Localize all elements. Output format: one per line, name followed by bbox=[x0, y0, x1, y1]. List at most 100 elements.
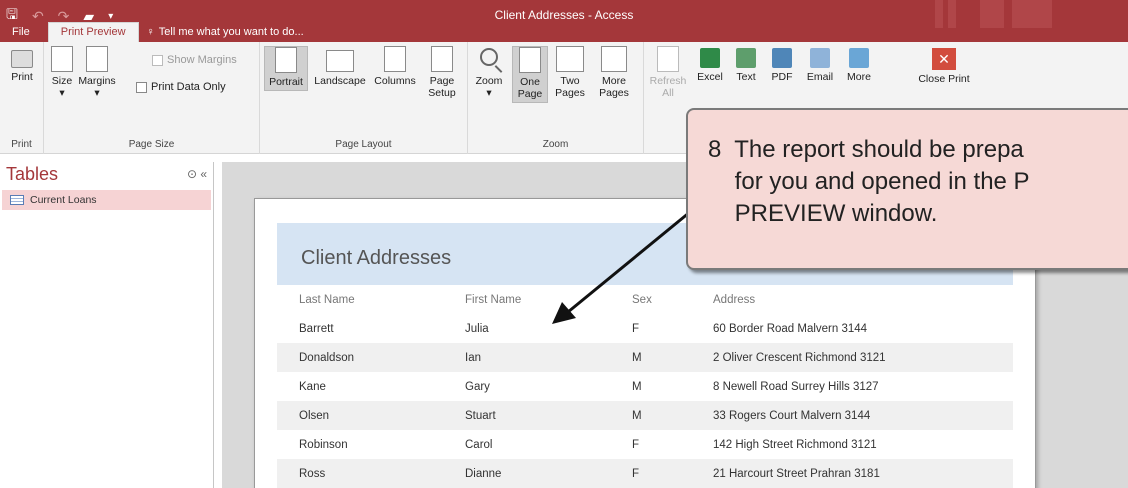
cell-sex: F bbox=[632, 438, 640, 451]
columns-icon bbox=[384, 46, 406, 72]
email-icon bbox=[810, 48, 830, 68]
page-setup-label: Setup bbox=[428, 87, 456, 99]
column-header: Sex bbox=[632, 293, 652, 306]
page-size-icon bbox=[51, 46, 73, 72]
group-label-page-size: Page Size bbox=[128, 139, 175, 150]
instruction-callout: 8 The report should be prepa for you and… bbox=[686, 108, 1128, 270]
more-pages-button[interactable]: More Pages bbox=[592, 46, 636, 99]
table-icon bbox=[10, 195, 24, 205]
portrait-label: Portrait bbox=[269, 76, 303, 88]
landscape-label: Landscape bbox=[314, 75, 366, 87]
email-label: Email bbox=[806, 71, 834, 83]
margins-button[interactable]: Margins ▾ bbox=[78, 46, 116, 99]
nav-header: Tables ⊙ « bbox=[0, 162, 213, 186]
cell-first-name: Gary bbox=[465, 380, 490, 393]
portrait-button[interactable]: Portrait bbox=[264, 46, 308, 91]
cell-address: 33 Rogers Court Malvern 3144 bbox=[713, 409, 871, 422]
close-icon: ✕ bbox=[932, 48, 956, 70]
tell-me-box[interactable]: ♀ Tell me what you want to do... bbox=[139, 23, 312, 42]
size-button[interactable]: Size ▾ bbox=[48, 46, 76, 99]
cell-last-name: Robinson bbox=[299, 438, 348, 451]
cell-address: 8 Newell Road Surrey Hills 3127 bbox=[713, 380, 879, 393]
columns-button[interactable]: Columns bbox=[372, 46, 418, 87]
tell-me-label: Tell me what you want to do... bbox=[158, 26, 304, 38]
callout-line: 8 The report should be prepa bbox=[708, 136, 1024, 163]
refresh-label: All bbox=[662, 87, 674, 99]
cell-sex: M bbox=[632, 351, 642, 364]
page-setup-icon bbox=[431, 46, 453, 72]
nav-title[interactable]: Tables bbox=[6, 164, 58, 185]
printer-icon bbox=[11, 50, 33, 68]
cell-address: 60 Border Road Malvern 3144 bbox=[713, 322, 868, 335]
tab-file[interactable]: File bbox=[0, 23, 42, 42]
print-label: Print bbox=[11, 71, 33, 83]
one-page-icon bbox=[519, 47, 541, 73]
page-setup-label: Page bbox=[429, 75, 455, 87]
cell-last-name: Kane bbox=[299, 380, 326, 393]
columns-label: Columns bbox=[374, 75, 416, 87]
refresh-all-button[interactable]: Refresh All bbox=[648, 46, 688, 99]
zoom-label: Zoom bbox=[475, 75, 503, 87]
column-header: Last Name bbox=[299, 293, 355, 306]
cell-address: 21 Harcourt Street Prahran 3181 bbox=[713, 467, 880, 480]
group-label-print: Print bbox=[11, 139, 32, 150]
text-label: Text bbox=[736, 71, 756, 83]
print-data-only-label: Print Data Only bbox=[151, 81, 226, 93]
one-page-label: One bbox=[520, 76, 540, 88]
export-text-button[interactable]: Text bbox=[730, 46, 762, 83]
window-title: Client Addresses - Access bbox=[494, 8, 634, 22]
two-pages-button[interactable]: Two Pages bbox=[552, 46, 588, 99]
export-pdf-button[interactable]: PDF bbox=[766, 46, 798, 83]
ribbon-tabs: File Print Preview ♀ Tell me what you wa… bbox=[0, 22, 1128, 42]
two-pages-label: Pages bbox=[555, 87, 585, 99]
nav-item-current-loans[interactable]: Current Loans bbox=[2, 190, 211, 210]
table-row: Barrett Julia F 60 Border Road Malvern 3… bbox=[277, 314, 1013, 343]
margins-label: Margins bbox=[78, 75, 116, 87]
close-print-preview-button[interactable]: ✕ Close Print bbox=[918, 46, 970, 85]
print-button[interactable]: Print bbox=[6, 46, 38, 83]
more-export-button[interactable]: More bbox=[842, 46, 876, 83]
excel-label: Excel bbox=[697, 71, 723, 83]
tab-print-preview[interactable]: Print Preview bbox=[47, 22, 139, 42]
table-row: Kane Gary M 8 Newell Road Surrey Hills 3… bbox=[277, 372, 1013, 401]
zoom-button[interactable]: Zoom ▾ bbox=[472, 46, 506, 99]
group-label-zoom: Zoom bbox=[542, 139, 569, 150]
more-label: More bbox=[847, 71, 871, 83]
callout-line: PREVIEW window. bbox=[708, 200, 938, 227]
nav-collapse-icon[interactable]: ⊙ « bbox=[187, 167, 207, 181]
excel-icon bbox=[700, 48, 720, 68]
cell-last-name: Olsen bbox=[299, 409, 330, 422]
margins-icon bbox=[86, 46, 108, 72]
one-page-button[interactable]: One Page bbox=[512, 46, 548, 103]
email-button[interactable]: Email bbox=[804, 46, 836, 83]
group-print: Print Print bbox=[0, 42, 44, 154]
show-margins-checkbox[interactable]: Show Margins bbox=[152, 54, 237, 66]
cell-address: 2 Oliver Crescent Richmond 3121 bbox=[713, 351, 886, 364]
group-page-layout: Portrait Landscape Columns Page Setup Pa… bbox=[260, 42, 468, 154]
group-zoom: Zoom ▾ One Page Two Pages More Pages Zoo… bbox=[468, 42, 644, 154]
cell-sex: F bbox=[632, 467, 640, 480]
portrait-icon bbox=[275, 47, 297, 73]
refresh-label: Refresh bbox=[649, 75, 687, 87]
landscape-icon bbox=[326, 50, 354, 72]
cell-first-name: Carol bbox=[465, 438, 493, 451]
two-pages-icon bbox=[556, 46, 584, 72]
more-pages-icon bbox=[601, 46, 627, 72]
cell-sex: M bbox=[632, 409, 642, 422]
checkbox-icon bbox=[152, 54, 163, 66]
cell-first-name: Stuart bbox=[465, 409, 496, 422]
cell-first-name: Ian bbox=[465, 351, 481, 364]
page-setup-button[interactable]: Page Setup bbox=[424, 46, 460, 99]
cell-first-name: Julia bbox=[465, 322, 489, 335]
landscape-button[interactable]: Landscape bbox=[312, 46, 368, 87]
callout-line: for you and opened in the P bbox=[708, 168, 1030, 195]
print-data-only-checkbox[interactable]: Print Data Only bbox=[136, 81, 226, 93]
magnifier-icon bbox=[480, 48, 498, 66]
checkbox-icon bbox=[136, 81, 147, 93]
cell-sex: F bbox=[632, 322, 640, 335]
export-excel-button[interactable]: Excel bbox=[694, 46, 726, 83]
chevron-down-icon: ▾ bbox=[59, 87, 65, 99]
group-page-size: Size ▾ Margins ▾ Show Margins Print Data… bbox=[44, 42, 260, 154]
two-pages-label: Two bbox=[560, 75, 580, 87]
show-margins-label: Show Margins bbox=[167, 54, 237, 66]
